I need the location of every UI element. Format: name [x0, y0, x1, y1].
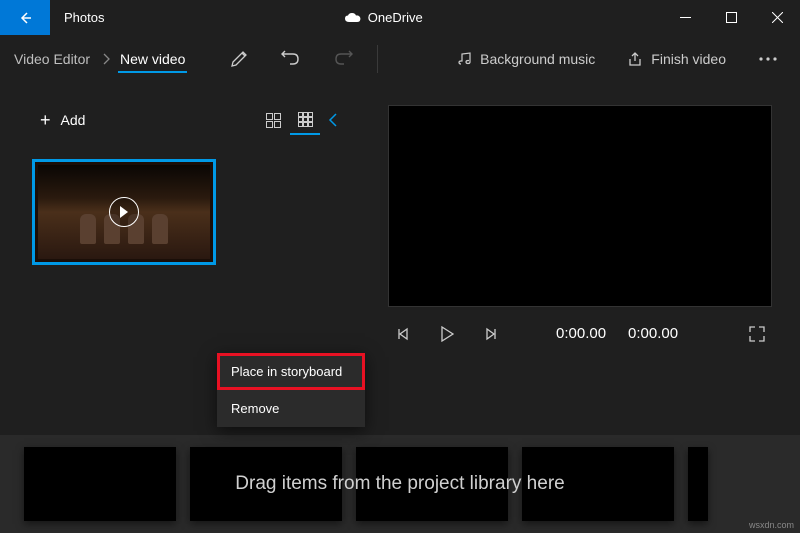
pencil-icon: [230, 50, 248, 68]
titlebar: Photos OneDrive: [0, 0, 800, 35]
ellipsis-icon: [759, 57, 777, 61]
play-icon: [440, 326, 454, 342]
export-icon: [627, 51, 643, 67]
app-title: Photos: [50, 10, 104, 25]
video-preview[interactable]: [388, 105, 772, 307]
separator: [377, 45, 378, 73]
close-button[interactable]: [754, 0, 800, 35]
grid-large-button[interactable]: [258, 105, 288, 135]
library-clip-thumbnail[interactable]: [32, 159, 216, 265]
storyboard-slot[interactable]: [190, 447, 342, 521]
library-header: + Add: [32, 105, 344, 135]
view-controls: [258, 105, 344, 135]
background-music-button[interactable]: Background music: [444, 39, 607, 79]
grid-2x2-icon: [266, 113, 281, 128]
storyboard-slot[interactable]: [356, 447, 508, 521]
menu-remove[interactable]: Remove: [217, 390, 365, 427]
window-controls: [662, 0, 800, 35]
onedrive-status[interactable]: OneDrive: [104, 10, 662, 25]
maximize-icon: [726, 12, 737, 23]
undo-button[interactable]: [269, 39, 313, 79]
thumbnail-play-button[interactable]: [109, 197, 139, 227]
breadcrumb-root[interactable]: Video Editor: [10, 45, 94, 73]
minimize-icon: [680, 12, 691, 23]
chevron-left-icon: [328, 113, 338, 127]
breadcrumb-current[interactable]: New video: [118, 45, 187, 73]
arrow-left-icon: [17, 10, 33, 26]
onedrive-label: OneDrive: [368, 10, 423, 25]
storyboard[interactable]: Drag items from the project library here: [0, 435, 800, 533]
project-library: + Add P: [0, 83, 360, 435]
storyboard-slot[interactable]: [688, 447, 708, 521]
prev-frame-button[interactable]: [392, 327, 414, 341]
background-music-label: Background music: [480, 51, 595, 67]
redo-icon: [333, 50, 353, 68]
add-label: Add: [61, 112, 86, 128]
cloud-icon: [344, 12, 362, 24]
music-icon: [456, 51, 472, 67]
main-area: + Add P: [0, 83, 800, 435]
maximize-button[interactable]: [708, 0, 754, 35]
storyboard-slot[interactable]: [24, 447, 176, 521]
grid-small-button[interactable]: [290, 105, 320, 135]
collapse-library-button[interactable]: [322, 113, 344, 127]
close-icon: [772, 12, 783, 23]
finish-video-label: Finish video: [651, 51, 726, 67]
add-button[interactable]: + Add: [32, 106, 93, 135]
finish-video-button[interactable]: Finish video: [615, 39, 738, 79]
grid-3x3-icon: [298, 112, 313, 127]
toolbar: Video Editor New video Background music …: [0, 35, 800, 83]
minimize-button[interactable]: [662, 0, 708, 35]
next-frame-button[interactable]: [480, 327, 502, 341]
plus-icon: +: [40, 110, 51, 131]
redo-button[interactable]: [321, 39, 365, 79]
back-button[interactable]: [0, 0, 50, 35]
time-current: 0:00.00: [556, 325, 606, 342]
storyboard-slot[interactable]: [522, 447, 674, 521]
player-controls: 0:00.00 0:00.00: [388, 307, 772, 360]
undo-icon: [281, 50, 301, 68]
watermark: wsxdn.com: [749, 520, 794, 530]
fullscreen-icon: [749, 326, 765, 342]
play-button[interactable]: [436, 326, 458, 342]
edit-button[interactable]: [217, 39, 261, 79]
preview-panel: 0:00.00 0:00.00: [360, 83, 800, 435]
context-menu: Place in storyboard Remove: [217, 353, 365, 427]
step-back-icon: [396, 327, 410, 341]
more-button[interactable]: [746, 39, 790, 79]
time-total: 0:00.00: [628, 325, 678, 342]
menu-place-storyboard[interactable]: Place in storyboard: [217, 353, 365, 390]
step-forward-icon: [484, 327, 498, 341]
play-icon: [119, 206, 129, 218]
chevron-right-icon: [102, 53, 110, 65]
fullscreen-button[interactable]: [746, 326, 768, 342]
